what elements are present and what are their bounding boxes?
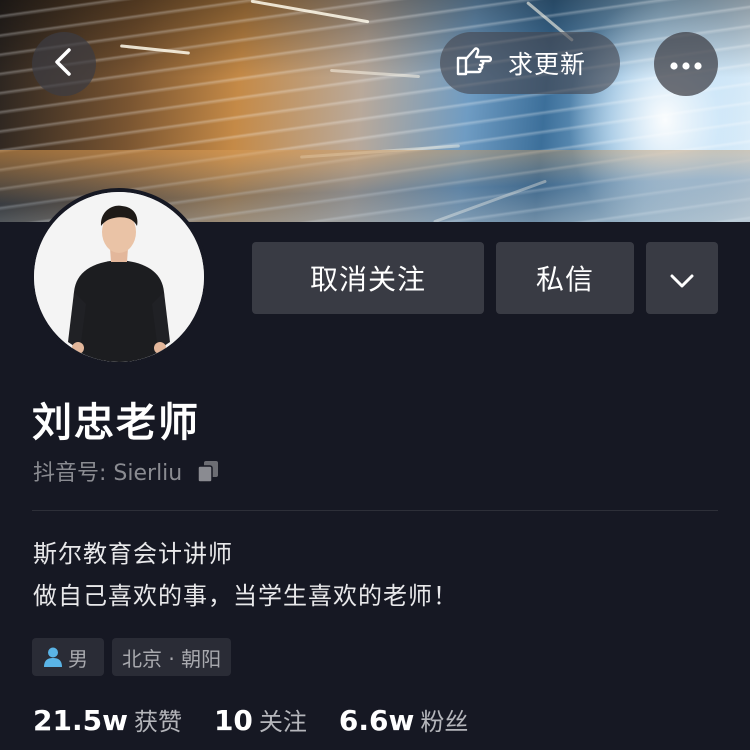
back-button[interactable]	[32, 32, 96, 96]
request-update-label: 求更新	[508, 50, 587, 79]
gender-label: 男	[68, 646, 88, 671]
unfollow-button[interactable]: 取消关注	[252, 242, 484, 314]
likes-count: 21.5w	[33, 704, 128, 737]
person-icon	[42, 646, 64, 668]
profile-name: 刘忠老师	[32, 400, 200, 446]
expand-button[interactable]	[646, 242, 718, 314]
followers-label[interactable]: 粉丝	[420, 702, 468, 737]
location-label: 北京 · 朝阳	[122, 646, 222, 671]
likes-label: 获赞	[133, 708, 182, 736]
bio-line-1: 斯尔教育会计讲师	[33, 540, 233, 568]
copy-icon[interactable]	[196, 459, 220, 483]
following-count[interactable]: 10	[214, 704, 253, 737]
douyin-id: 抖音号: Sierliu	[33, 461, 183, 486]
following-label[interactable]: 关注	[259, 702, 307, 737]
gender-tag: 男	[32, 638, 104, 676]
avatar[interactable]	[30, 188, 208, 366]
more-dots-icon	[670, 55, 702, 74]
more-button[interactable]	[654, 32, 718, 96]
chevron-left-icon	[51, 47, 77, 81]
followers-count[interactable]: 6.6w	[339, 704, 414, 737]
divider	[32, 510, 718, 511]
douyin-id-row: 抖音号: Sierliu	[33, 455, 220, 487]
stats-row: 21.5w 获赞 10 关注 6.6w 粉丝	[33, 702, 500, 737]
chevron-down-icon	[670, 262, 694, 295]
unfollow-label: 取消关注	[309, 263, 426, 296]
message-label: 私信	[535, 263, 594, 296]
location-tag: 北京 · 朝阳	[112, 638, 232, 676]
message-button[interactable]: 私信	[496, 242, 634, 314]
avatar-person-icon	[34, 192, 204, 362]
pointing-hand-icon	[454, 44, 494, 82]
request-update-button[interactable]: 求更新	[440, 32, 620, 94]
bio-line-2: 做自己喜欢的事，当学生喜欢的老师！	[33, 582, 458, 610]
